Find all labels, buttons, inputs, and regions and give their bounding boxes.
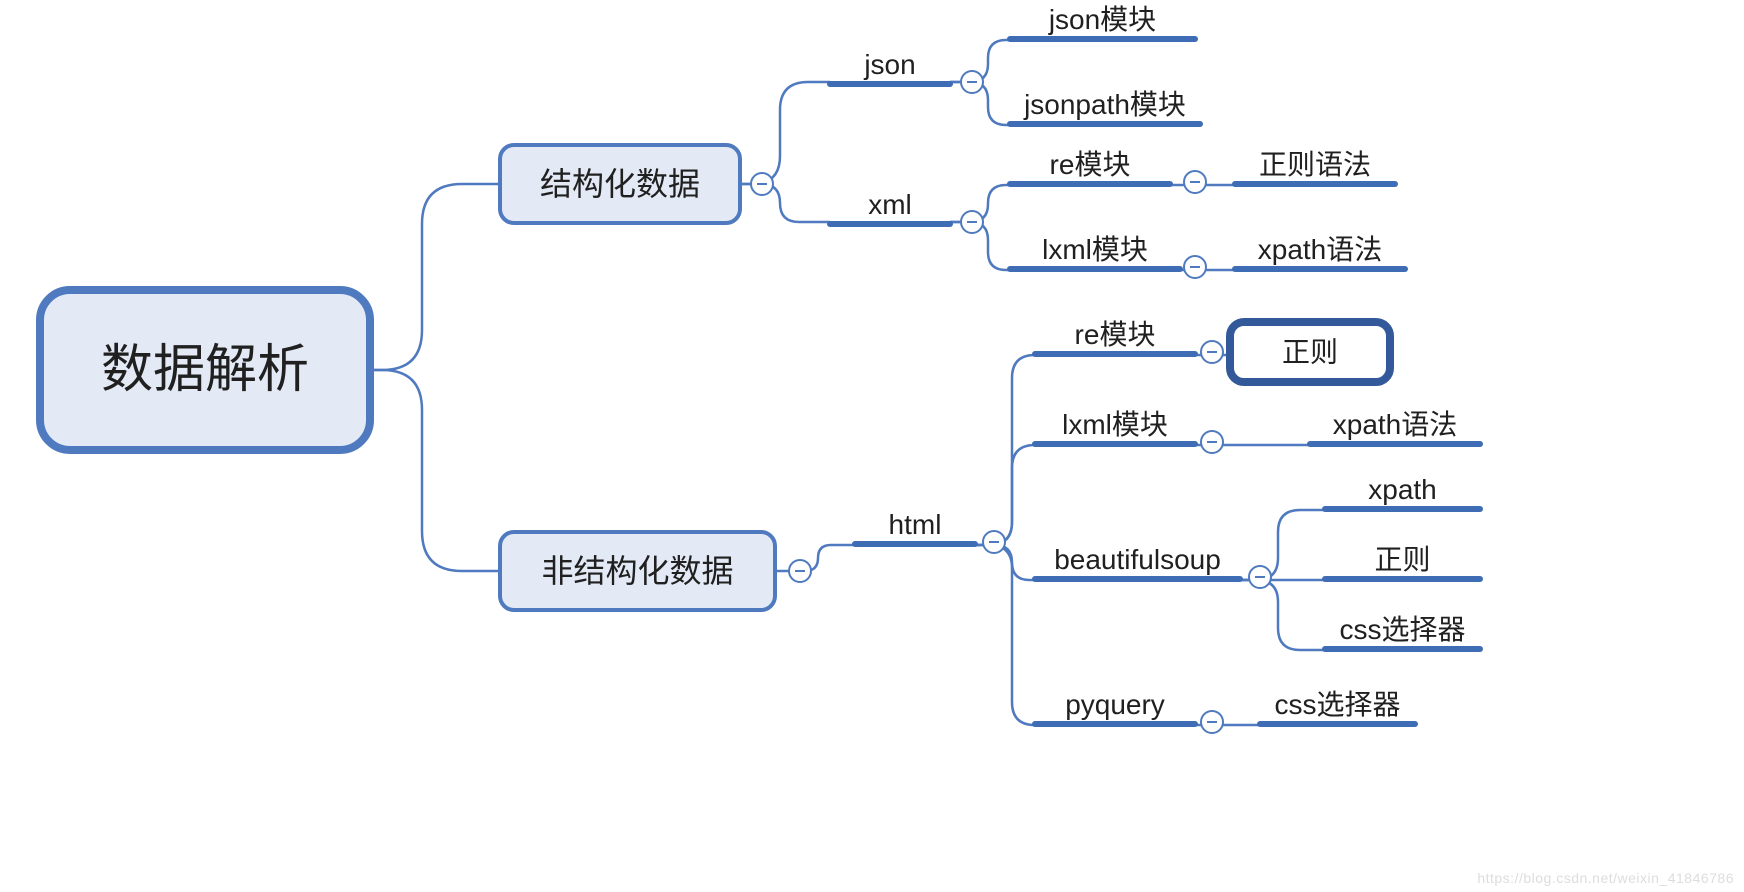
node-pyquery-label: pyquery: [1065, 689, 1165, 720]
node-xpath_syn2[interactable]: xpath语法: [1310, 409, 1480, 444]
root-node[interactable]: 数据解析: [40, 290, 370, 450]
node-struct-label: 结构化数据: [540, 166, 700, 202]
node-xml-label: xml: [868, 189, 912, 220]
connector: [975, 545, 1035, 725]
node-xpath_syn-label: xpath语法: [1258, 234, 1383, 265]
node-pq_css-label: css选择器: [1274, 689, 1400, 720]
connector: [370, 370, 500, 571]
node-regex_box[interactable]: 正则: [1230, 322, 1390, 382]
collapse-toggle[interactable]: [961, 71, 983, 93]
node-lxml_mod-label: lxml模块: [1042, 234, 1148, 265]
collapse-toggle[interactable]: [789, 560, 811, 582]
node-regex_syn-label: 正则语法: [1259, 149, 1371, 180]
node-bs_regex-label: 正则: [1374, 544, 1430, 575]
collapse-toggle[interactable]: [1201, 711, 1223, 733]
node-json_mod-label: json模块: [1048, 4, 1156, 35]
node-re_mod2[interactable]: re模块: [1035, 319, 1195, 354]
node-unstruct[interactable]: 非结构化数据: [500, 532, 775, 610]
node-lxml_mod2-label: lxml模块: [1062, 409, 1168, 440]
node-xml[interactable]: xml: [830, 189, 950, 224]
node-re_mod2-label: re模块: [1075, 319, 1156, 350]
connector: [975, 445, 1035, 545]
collapse-toggle[interactable]: [1249, 566, 1271, 588]
node-bsoup-label: beautifulsoup: [1054, 544, 1221, 575]
node-pq_css[interactable]: css选择器: [1260, 689, 1415, 724]
node-struct[interactable]: 结构化数据: [500, 145, 740, 223]
connector: [1240, 580, 1325, 650]
node-html-label: html: [889, 509, 942, 540]
connector: [775, 545, 855, 571]
node-unstruct-label: 非结构化数据: [541, 553, 733, 589]
node-re_mod[interactable]: re模块: [1010, 149, 1170, 184]
node-json_mod[interactable]: json模块: [1010, 4, 1195, 39]
collapse-toggle[interactable]: [751, 173, 773, 195]
connector: [975, 355, 1035, 545]
node-pyquery[interactable]: pyquery: [1035, 689, 1195, 724]
node-bs_css-label: css选择器: [1339, 614, 1465, 645]
node-json-label: json: [863, 49, 915, 80]
node-lxml_mod[interactable]: lxml模块: [1010, 234, 1180, 269]
node-jsonpath_mod-label: jsonpath模块: [1023, 89, 1186, 120]
node-xpath_syn[interactable]: xpath语法: [1235, 234, 1405, 269]
collapse-toggle[interactable]: [1184, 256, 1206, 278]
node-regex_syn[interactable]: 正则语法: [1235, 149, 1395, 184]
node-bs_css[interactable]: css选择器: [1325, 614, 1480, 649]
collapse-toggle[interactable]: [1201, 431, 1223, 453]
node-bs_regex[interactable]: 正则: [1325, 544, 1480, 579]
node-bs_xpath-label: xpath: [1368, 474, 1437, 505]
node-jsonpath_mod[interactable]: jsonpath模块: [1010, 89, 1200, 124]
node-xpath_syn2-label: xpath语法: [1333, 409, 1458, 440]
node-lxml_mod2[interactable]: lxml模块: [1035, 409, 1195, 444]
collapse-toggle[interactable]: [1184, 171, 1206, 193]
node-regex_box-label: 正则: [1282, 337, 1338, 368]
collapse-toggle[interactable]: [961, 211, 983, 233]
connector: [740, 82, 830, 184]
root-node-label: 数据解析: [101, 341, 309, 399]
watermark-text: https://blog.csdn.net/weixin_41846786: [1477, 870, 1734, 886]
node-re_mod-label: re模块: [1050, 149, 1131, 180]
node-json[interactable]: json: [830, 49, 950, 84]
node-bs_xpath[interactable]: xpath: [1325, 474, 1480, 509]
node-html[interactable]: html: [855, 509, 975, 544]
connector: [370, 184, 500, 370]
node-bsoup[interactable]: beautifulsoup: [1035, 544, 1240, 579]
collapse-toggle[interactable]: [983, 531, 1005, 553]
collapse-toggle[interactable]: [1201, 341, 1223, 363]
